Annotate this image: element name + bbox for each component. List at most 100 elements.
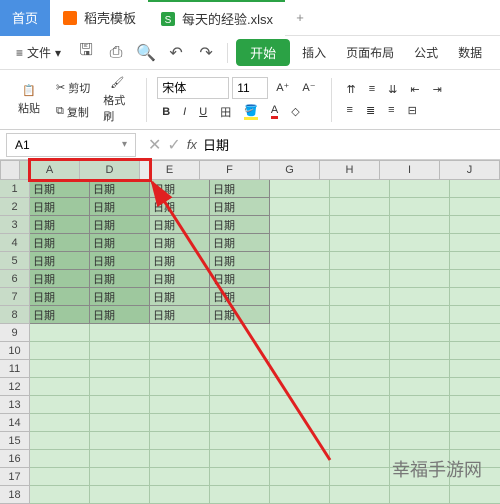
copy-button[interactable]: ⧉ 复制: [51, 101, 95, 123]
cell[interactable]: [270, 288, 330, 306]
cell[interactable]: 日期: [30, 198, 90, 216]
cell[interactable]: [90, 378, 150, 396]
cell[interactable]: [450, 198, 500, 216]
clear-button[interactable]: ◇: [286, 102, 304, 121]
cell[interactable]: [270, 450, 330, 468]
cell[interactable]: [330, 486, 390, 504]
cell[interactable]: [150, 378, 210, 396]
align-middle-button[interactable]: ≡: [364, 80, 380, 98]
cell[interactable]: [450, 414, 500, 432]
cell[interactable]: [30, 414, 90, 432]
decrease-font-button[interactable]: A⁻: [297, 78, 320, 97]
cell[interactable]: [450, 432, 500, 450]
cell[interactable]: [330, 216, 390, 234]
name-box[interactable]: A1 ▾: [6, 133, 136, 157]
cell[interactable]: [30, 324, 90, 342]
cell[interactable]: [90, 468, 150, 486]
row-header-6[interactable]: 6: [0, 270, 30, 288]
bold-button[interactable]: B: [157, 103, 175, 121]
cell[interactable]: [30, 378, 90, 396]
cell[interactable]: [270, 198, 330, 216]
align-center-button[interactable]: ≣: [361, 101, 380, 120]
cell[interactable]: 日期: [90, 306, 150, 324]
row-header-5[interactable]: 5: [0, 252, 30, 270]
column-header-D[interactable]: D: [80, 160, 140, 180]
cell[interactable]: [210, 414, 270, 432]
fx-icon[interactable]: fx: [187, 137, 197, 152]
fx-cancel-icon[interactable]: ✕: [148, 135, 161, 155]
cell[interactable]: [90, 360, 150, 378]
column-header-J[interactable]: J: [440, 160, 500, 180]
cell[interactable]: 日期: [150, 216, 210, 234]
cell[interactable]: [30, 432, 90, 450]
formula-input[interactable]: [203, 134, 494, 156]
cell[interactable]: [30, 342, 90, 360]
cell[interactable]: [450, 288, 500, 306]
column-header-G[interactable]: G: [260, 160, 320, 180]
cell[interactable]: [390, 324, 450, 342]
cell[interactable]: [210, 396, 270, 414]
align-left-button[interactable]: ≡: [342, 101, 358, 119]
cell[interactable]: [390, 270, 450, 288]
cell[interactable]: [210, 378, 270, 396]
cell[interactable]: [330, 288, 390, 306]
cell[interactable]: [30, 450, 90, 468]
cell[interactable]: 日期: [90, 270, 150, 288]
select-all-corner[interactable]: [0, 160, 20, 180]
font-size-select[interactable]: [232, 77, 268, 99]
cell[interactable]: 日期: [30, 306, 90, 324]
cell[interactable]: 日期: [150, 198, 210, 216]
row-header-15[interactable]: 15: [0, 432, 30, 450]
tab-file-active[interactable]: S 每天的经验.xlsx: [148, 0, 285, 36]
cell[interactable]: [90, 324, 150, 342]
cell[interactable]: [150, 468, 210, 486]
cell[interactable]: [210, 342, 270, 360]
cell[interactable]: [450, 360, 500, 378]
row-header-11[interactable]: 11: [0, 360, 30, 378]
cell[interactable]: [390, 414, 450, 432]
row-header-17[interactable]: 17: [0, 468, 30, 486]
cell[interactable]: 日期: [30, 180, 90, 198]
redo-button[interactable]: ↷: [193, 40, 219, 66]
new-tab-button[interactable]: +: [285, 0, 315, 36]
cell[interactable]: [450, 486, 500, 504]
cell[interactable]: 日期: [210, 288, 270, 306]
cell[interactable]: [390, 234, 450, 252]
tab-formula[interactable]: 公式: [406, 40, 446, 65]
cell[interactable]: [390, 486, 450, 504]
cell[interactable]: [450, 378, 500, 396]
tab-template[interactable]: 稻壳模板: [50, 0, 148, 36]
cell[interactable]: 日期: [150, 270, 210, 288]
cell[interactable]: [330, 378, 390, 396]
cell[interactable]: [210, 324, 270, 342]
cell[interactable]: 日期: [150, 180, 210, 198]
row-header-16[interactable]: 16: [0, 450, 30, 468]
cell[interactable]: 日期: [90, 288, 150, 306]
cell[interactable]: [330, 198, 390, 216]
indent-left-button[interactable]: ⇤: [405, 80, 424, 99]
row-header-13[interactable]: 13: [0, 396, 30, 414]
row-header-10[interactable]: 10: [0, 342, 30, 360]
save-button[interactable]: 🖫: [73, 40, 99, 66]
cell[interactable]: [450, 396, 500, 414]
cell[interactable]: [210, 486, 270, 504]
cell[interactable]: [450, 270, 500, 288]
cell[interactable]: [150, 360, 210, 378]
tab-data[interactable]: 数据: [450, 40, 490, 65]
column-header-A[interactable]: A: [20, 160, 80, 180]
cell[interactable]: [90, 486, 150, 504]
cell[interactable]: 日期: [210, 252, 270, 270]
cell[interactable]: 日期: [90, 234, 150, 252]
cell[interactable]: 日期: [210, 216, 270, 234]
align-bottom-button[interactable]: ⇊: [383, 80, 402, 99]
cell[interactable]: [270, 396, 330, 414]
cell[interactable]: [270, 342, 330, 360]
cell[interactable]: [150, 486, 210, 504]
cell[interactable]: [270, 414, 330, 432]
cell[interactable]: [390, 252, 450, 270]
cell[interactable]: 日期: [30, 234, 90, 252]
cell[interactable]: 日期: [30, 252, 90, 270]
font-name-select[interactable]: [157, 77, 229, 99]
cell[interactable]: 日期: [90, 252, 150, 270]
row-header-8[interactable]: 8: [0, 306, 30, 324]
